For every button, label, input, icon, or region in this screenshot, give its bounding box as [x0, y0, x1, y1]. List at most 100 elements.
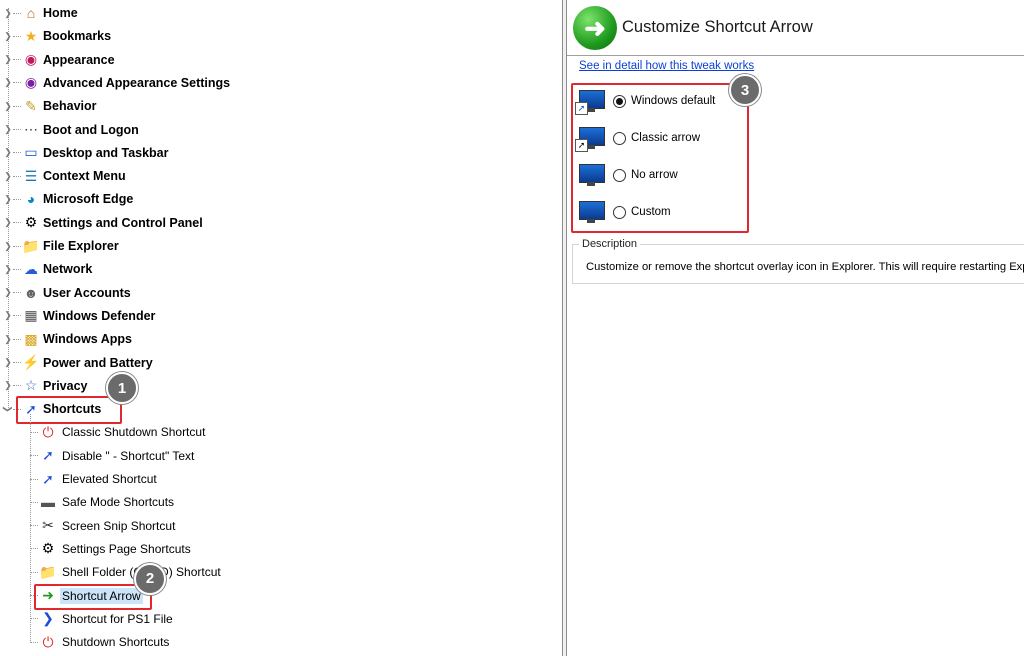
tree-item[interactable]: ❯ ⋯ Boot and Logon: [0, 119, 139, 141]
tree-item-label: Home: [43, 6, 78, 20]
tree-item[interactable]: ❯ ◉ Appearance: [0, 49, 115, 71]
tree-item-label: Windows Apps: [43, 332, 133, 347]
chevron-right-icon[interactable]: ❯: [3, 77, 13, 88]
tree-child-item[interactable]: ✂ Screen Snip Shortcut: [30, 515, 177, 537]
tree-item[interactable]: ❯ ☻ User Accounts: [0, 282, 131, 304]
tree-child-item[interactable]: 📁Shell Folder (CLSID) Shortcut: [30, 561, 223, 583]
tree-child-item[interactable]: ➚ Elevated Shortcut: [30, 468, 159, 490]
tree-connector: [13, 82, 21, 84]
chevron-right-icon[interactable]: ❯: [3, 334, 13, 344]
tree-child-item[interactable]: ➚ Disable " - Shortcut" Text: [30, 445, 196, 467]
safe-mode-icon: ▬: [41, 494, 55, 511]
tree-item[interactable]: ❯ ☆ Privacy: [0, 375, 87, 397]
tree-connector: [30, 571, 38, 573]
chevron-right-icon[interactable]: ❯: [3, 264, 13, 274]
tree-item[interactable]: ❯ ◕ Microsoft Edge: [0, 188, 133, 210]
behavior-icon: ✎: [25, 97, 37, 114]
tree-item-label: Behavior: [43, 99, 97, 114]
chevron-right-icon[interactable]: ❯: [3, 31, 13, 41]
tree-item-label: Shutdown Shortcuts: [62, 635, 170, 650]
callout-badge-2: 2: [134, 562, 166, 595]
tree-connector: [30, 525, 38, 527]
chevron-right-icon[interactable]: ❯: [3, 124, 13, 135]
tree-item[interactable]: ❯ ⚙ Settings and Control Panel: [0, 212, 203, 234]
tree-item[interactable]: ❯ ✎ Behavior: [0, 95, 97, 117]
apps-icon: ▩: [24, 330, 38, 347]
tree-item[interactable]: ❯ ⚡ Power and Battery: [0, 352, 153, 374]
tree-connector: [30, 478, 38, 480]
tree-item[interactable]: ❯ ★ Bookmarks: [0, 25, 111, 47]
shortcut-arrow-highlight-box: [34, 583, 152, 610]
chevron-right-icon[interactable]: ❯: [3, 217, 13, 228]
shield-icon: ☆: [24, 377, 38, 394]
tree-connector: [13, 245, 21, 247]
chevron-right-icon[interactable]: ❯: [3, 194, 13, 204]
chevron-right-icon[interactable]: ❯: [3, 101, 13, 111]
tree-item[interactable]: ❯ ☰ Context Menu: [0, 165, 126, 187]
tree-connector: [13, 152, 21, 154]
elevated-shortcut-icon: ➚: [42, 470, 54, 487]
tree-item[interactable]: ❯ ▩ Windows Apps: [0, 328, 132, 350]
palette-advanced-icon: ◉: [24, 74, 38, 91]
tree-item[interactable]: ❯ ⌂ Home: [0, 2, 78, 24]
chevron-right-icon[interactable]: ❯: [3, 310, 13, 321]
callout-badge-1: 1: [106, 372, 138, 405]
context-menu-icon: ☰: [24, 167, 38, 184]
tree-connector: [13, 35, 21, 37]
chevron-right-icon[interactable]: ❯: [3, 54, 13, 65]
tree-item-label: Elevated Shortcut: [62, 472, 157, 486]
tree-connector: [13, 222, 21, 224]
tree-item-label: Context Menu: [43, 169, 126, 184]
tree-connector: [13, 105, 21, 107]
tree-item-label: User Accounts: [43, 285, 131, 300]
desktop-icon: ▭: [24, 144, 38, 161]
tree-item-label: Settings and Control Panel: [43, 215, 203, 230]
tree-item[interactable]: ❯ ☁ Network: [0, 258, 92, 280]
tree-item[interactable]: ❯ 📁 File Explorer: [0, 235, 119, 257]
tree-connector: [13, 59, 21, 61]
palette-icon: ◉: [24, 51, 38, 68]
tree-connector: [13, 385, 21, 387]
gear-icon: ⚙: [24, 214, 38, 231]
tree-item[interactable]: ❯ ▭ Desktop and Taskbar: [0, 142, 168, 164]
shortcut-arrow-header-icon: ➜: [573, 6, 617, 50]
tree-connector: [13, 362, 21, 363]
chevron-right-icon[interactable]: ❯: [3, 357, 13, 368]
header-divider: [567, 55, 1024, 56]
chevron-down-icon[interactable]: ❯: [3, 404, 14, 414]
shortcuts-highlight-box: [16, 396, 122, 425]
tree-connector: [13, 129, 21, 130]
tree-connector: [13, 198, 21, 200]
tree-child-item[interactable]: ⚙ Settings Page Shortcuts: [30, 538, 193, 560]
tree-connector: [30, 641, 38, 643]
home-icon: ⌂: [26, 5, 36, 21]
tree-connector: [30, 548, 38, 550]
tree-child-item[interactable]: ❯ Shortcut for PS1 File: [30, 608, 175, 630]
users-icon: ☻: [23, 284, 39, 301]
network-icon: ☁: [24, 260, 38, 277]
tree-child-item[interactable]: ▬ Safe Mode Shortcuts: [30, 491, 176, 513]
gear-icon: ⚙: [41, 540, 55, 557]
tree-item-label: Bookmarks: [43, 29, 112, 44]
tree-item-label: Privacy: [43, 378, 88, 393]
callout-badge-3: 3: [729, 74, 761, 106]
tweak-details-link[interactable]: See in detail how this tweak works: [579, 60, 754, 72]
tree-child-item[interactable]: ⏻ Classic Shutdown Shortcut: [30, 421, 207, 443]
shutdown-icon: ⏻: [42, 423, 54, 440]
chevron-right-icon[interactable]: ❯: [3, 147, 13, 158]
edge-icon: ◕: [26, 191, 36, 208]
tree-item-label: Disable " - Shortcut" Text: [62, 448, 195, 463]
chevron-right-icon[interactable]: ❯: [3, 241, 13, 251]
tree-item[interactable]: ❯ ▦ Windows Defender: [0, 305, 155, 327]
tree-item-label: Network: [43, 262, 93, 277]
chevron-right-icon[interactable]: ❯: [3, 8, 13, 18]
tree-item-label: Power and Battery: [43, 355, 153, 370]
tree-item-label: Microsoft Edge: [43, 192, 134, 207]
tree-child-item[interactable]: ⏻ Shutdown Shortcuts: [30, 631, 171, 653]
chevron-right-icon[interactable]: ❯: [3, 171, 13, 181]
tree-item-label: Appearance: [43, 52, 115, 67]
tree-item[interactable]: ❯ ◉ Advanced Appearance Settings: [0, 72, 230, 94]
chevron-right-icon[interactable]: ❯: [3, 287, 13, 298]
tree-connector: [30, 431, 38, 433]
chevron-right-icon[interactable]: ❯: [3, 380, 13, 391]
